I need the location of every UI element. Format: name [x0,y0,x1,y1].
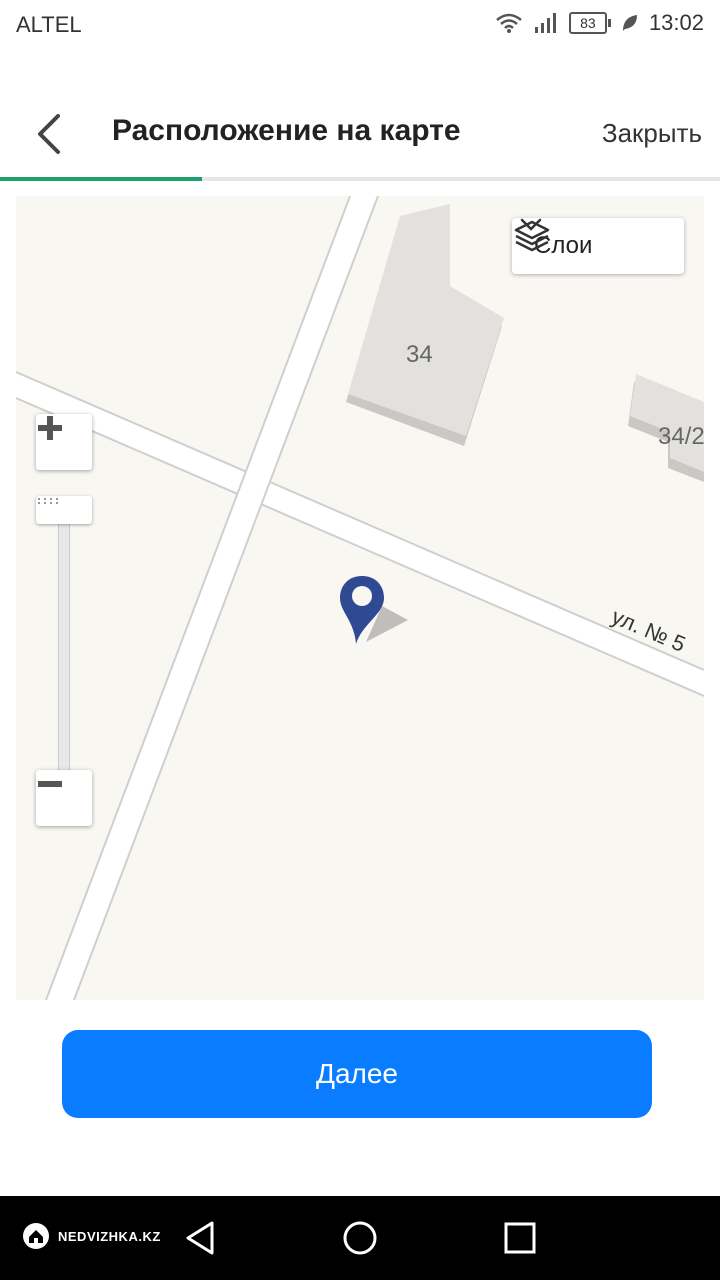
home-logo-icon [23,1223,49,1249]
back-button[interactable] [30,110,70,158]
circle-home-icon [343,1221,377,1255]
page-title: Расположение на карте [112,114,461,147]
cross-street-road [46,196,378,1000]
minus-icon [38,781,62,787]
clock: 13:02 [648,10,704,35]
status-icons: 83 13:02 [495,10,704,36]
leaf-icon [622,15,637,31]
step-progress-bar [0,177,720,181]
app-header: Расположение на карте Закрыть [0,96,720,176]
triangle-back-icon [186,1221,214,1255]
status-bar: ALTEL 83 13:02 [0,0,720,50]
nav-home-button[interactable] [342,1220,378,1261]
layers-button[interactable]: Слои [512,218,684,274]
nav-recent-button[interactable] [504,1222,536,1259]
carrier-name: ALTEL [16,12,82,37]
zoom-in-button[interactable] [36,414,92,470]
grip-icon [38,498,58,504]
next-button[interactable]: Далее [62,1030,652,1118]
system-nav-bar: NEDVIZHKA.KZ [0,1196,720,1280]
zoom-slider-track[interactable] [58,496,70,776]
building-34 [346,204,504,446]
building-label-34-2: 34/2 [658,423,704,450]
square-recent-icon [504,1222,536,1254]
nav-back-button[interactable] [184,1220,216,1261]
wifi-icon [496,13,522,33]
brand-watermark: NEDVIZHKA.KZ [22,1222,161,1250]
progress-fill [0,177,202,181]
chevron-down-icon [520,218,542,231]
map-pin-icon [340,576,408,644]
map-view[interactable]: 34 34/2 ул. № 5 Слои [16,196,704,1000]
battery-level: 83 [568,12,607,34]
brand-name: NEDVIZHKA.KZ [58,1228,161,1244]
zoom-out-button[interactable] [36,770,92,826]
chevron-left-icon [38,114,60,154]
battery-icon: 83 [568,12,611,34]
zoom-slider-handle[interactable] [36,496,92,524]
building-label-34: 34 [406,341,433,368]
signal-icon [534,13,556,33]
plus-icon [38,416,62,440]
close-button[interactable]: Закрыть [602,118,702,149]
